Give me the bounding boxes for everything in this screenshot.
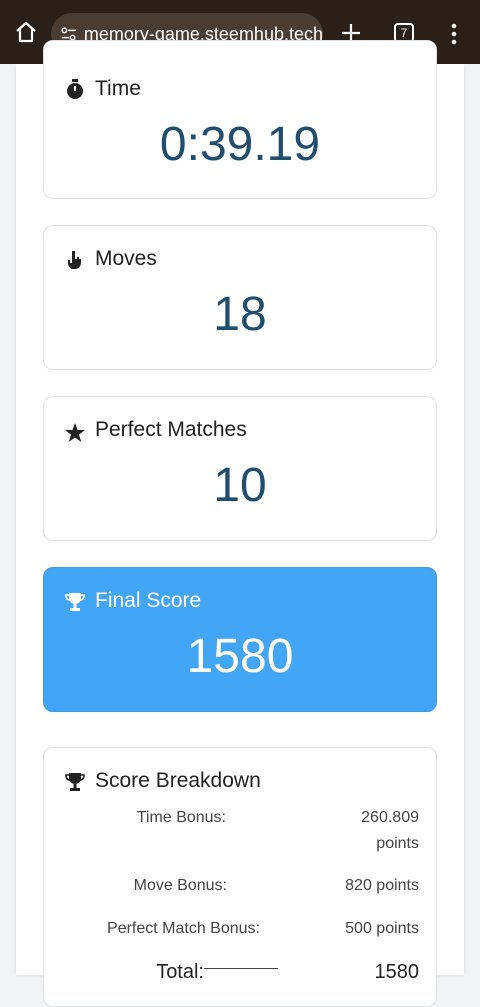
final-score-value: 1580 [186, 630, 294, 683]
moves-value: 18 [213, 288, 267, 341]
total-divider [204, 968, 278, 969]
move-bonus-value: 820 points [345, 877, 419, 894]
more-menu-icon[interactable] [444, 22, 464, 46]
total-value: 1580 [374, 961, 420, 983]
score-breakdown-card: Score Breakdown Time Bonus: 260.809 poin… [43, 747, 437, 1007]
final-score-label: Final Score [95, 589, 202, 612]
stopwatch-icon [67, 79, 83, 99]
moves-label: Moves [95, 247, 157, 270]
trophy-icon [65, 593, 85, 611]
final-score-card: Final Score 1580 [43, 567, 437, 712]
perfect-bonus-label: Perfect Match Bonus: [107, 920, 260, 937]
perfect-matches-value: 10 [213, 459, 267, 512]
time-card: Time 0:39.19 [43, 40, 437, 199]
perfect-matches-label: Perfect Matches [95, 418, 247, 441]
home-icon[interactable] [14, 20, 38, 44]
perfect-bonus-value: 500 points [345, 920, 419, 937]
time-bonus-unit: points [376, 835, 419, 852]
star-icon [65, 423, 85, 442]
total-label: Total: [156, 961, 204, 983]
time-label: Time [95, 77, 141, 100]
moves-card: Moves 18 [43, 225, 437, 370]
time-value: 0:39.19 [159, 118, 321, 171]
breakdown-title: Score Breakdown [95, 769, 261, 792]
move-bonus-label: Move Bonus: [133, 877, 227, 894]
time-bonus-value: 260.809 [361, 809, 419, 826]
trophy-icon [65, 773, 85, 791]
time-bonus-label: Time Bonus: [136, 809, 226, 826]
perfect-matches-card: Perfect Matches 10 [43, 396, 437, 541]
hand-pointer-icon [68, 251, 81, 269]
